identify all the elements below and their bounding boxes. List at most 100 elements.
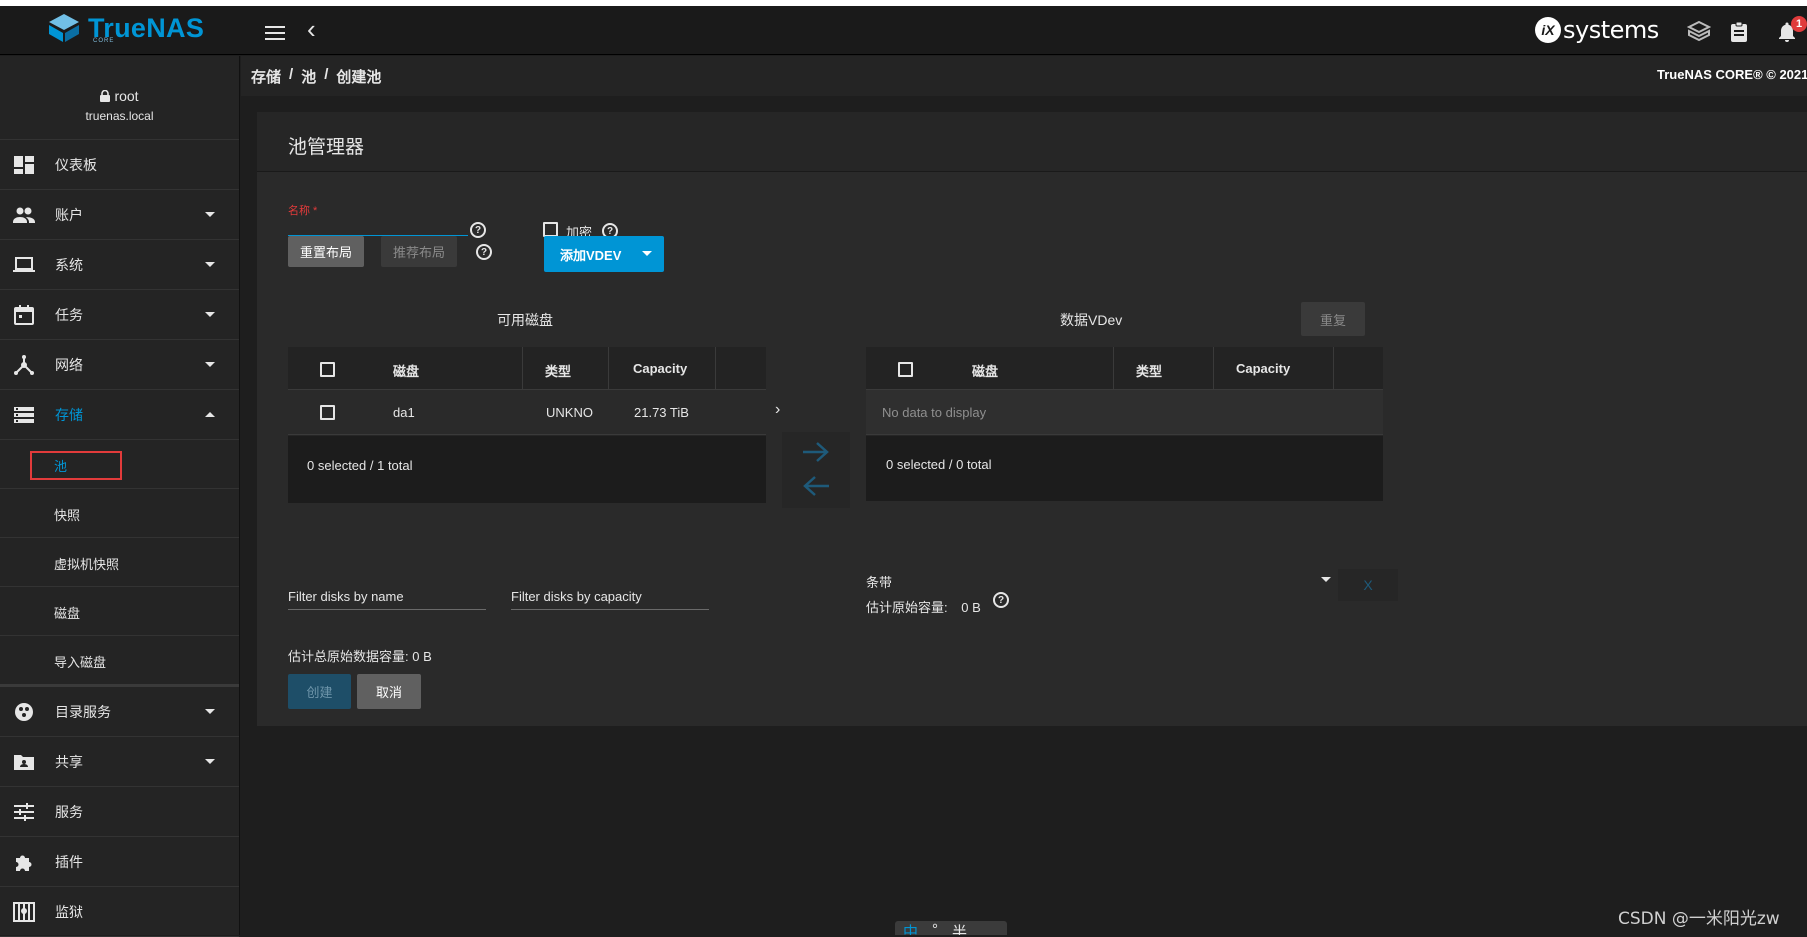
- selection-count: 0 selected / 0 total: [886, 457, 992, 472]
- vdev-type-select[interactable]: 条带: [866, 572, 892, 591]
- data-vdev-title: 数据VDev: [1060, 312, 1123, 328]
- add-vdev-button[interactable]: 添加VDEV: [544, 236, 664, 272]
- sidebar-subitem-vm-snapshots[interactable]: 虚拟机快照: [0, 538, 239, 587]
- filter-by-name-input[interactable]: Filter disks by name: [288, 589, 486, 610]
- sidebar-item-label: 监狱: [55, 903, 83, 920]
- ime-toolbar[interactable]: 中 ° 半: [895, 921, 1007, 935]
- card-header: 池管理器: [257, 112, 1807, 172]
- truenas-logo[interactable]: TrueNAS: [46, 12, 204, 44]
- table-footer: 0 selected / 0 total: [866, 436, 1383, 501]
- filter-by-capacity-input[interactable]: Filter disks by capacity: [511, 589, 709, 610]
- ime-punctuation[interactable]: °: [932, 921, 938, 935]
- sidebar-subitem-pools[interactable]: 池: [0, 440, 239, 489]
- disk-capacity: 21.73 TiB: [634, 405, 689, 420]
- sidebar-item-services[interactable]: 服务: [0, 787, 239, 837]
- menu-toggle-icon[interactable]: [263, 22, 287, 42]
- sidebar-item-label: 服务: [55, 803, 83, 820]
- collapse-chevron-icon[interactable]: ‹: [307, 16, 316, 42]
- sidebar-item-jails[interactable]: 监狱: [0, 887, 239, 937]
- sidebar-item-label: 账户: [55, 206, 83, 223]
- sidebar-item-sharing[interactable]: 共享: [0, 737, 239, 787]
- row-checkbox[interactable]: [320, 405, 335, 420]
- move-left-icon[interactable]: [801, 474, 831, 498]
- sidebar-item-tasks[interactable]: 任务: [0, 290, 239, 340]
- column-header-capacity[interactable]: Capacity: [633, 361, 687, 376]
- puzzle-icon: [16, 855, 32, 871]
- sidebar-subitem-label: 磁盘: [54, 606, 81, 621]
- sidebar-item-system[interactable]: 系统: [0, 240, 239, 290]
- dropdown-caret-icon[interactable]: [642, 251, 652, 256]
- sidebar-item-label: 存储: [55, 406, 83, 423]
- sidebar-item-dashboard[interactable]: 仪表板: [0, 140, 239, 190]
- reset-layout-button[interactable]: 重置布局: [288, 236, 364, 267]
- column-header-disk[interactable]: 磁盘: [393, 361, 419, 380]
- table-header: 磁盘 类型 Capacity: [288, 347, 766, 390]
- estimated-total-capacity: 估计总原始数据容量: 0 B: [288, 649, 432, 664]
- selection-count: 0 selected / 1 total: [307, 458, 413, 473]
- top-bar: TrueNAS CORE ‹ iX systems 1: [0, 6, 1807, 55]
- truecommand-icon[interactable]: [1687, 20, 1711, 44]
- name-help-icon[interactable]: ?: [470, 222, 486, 238]
- task-manager-icon[interactable]: [1727, 20, 1751, 44]
- ime-width[interactable]: 半: [952, 921, 967, 935]
- laptop-icon: [13, 257, 35, 272]
- sidebar-item-network[interactable]: 网络: [0, 340, 239, 390]
- capacity-help-icon[interactable]: ?: [993, 592, 1009, 608]
- copyright-text: TrueNAS CORE® © 2021: [1657, 67, 1807, 82]
- suggest-layout-button[interactable]: 推荐布局: [381, 236, 457, 267]
- sidebar-subitem-label: 快照: [54, 508, 81, 523]
- breadcrumb-storage[interactable]: 存储: [251, 66, 281, 87]
- sidebar-item-label: 插件: [55, 853, 83, 870]
- select-all-checkbox[interactable]: [898, 362, 913, 377]
- sidebar-subitem-disks[interactable]: 磁盘: [0, 587, 239, 636]
- share-folder-icon: [14, 755, 34, 770]
- breadcrumb-create-pool: 创建池: [336, 69, 382, 86]
- breadcrumb-pools[interactable]: 池: [301, 66, 316, 87]
- sidebar-item-accounts[interactable]: 账户: [0, 190, 239, 240]
- column-header-type[interactable]: 类型: [545, 361, 571, 380]
- chevron-down-icon: [205, 262, 215, 267]
- layout-help-icon[interactable]: ?: [476, 244, 492, 260]
- column-header-disk[interactable]: 磁盘: [972, 361, 998, 380]
- sidebar-item-plugins[interactable]: 插件: [0, 837, 239, 887]
- sidebar-item-directory-services[interactable]: 目录服务: [0, 687, 239, 737]
- sidebar-item-label: 系统: [55, 256, 83, 273]
- people-icon: [13, 207, 35, 223]
- table-row[interactable]: da1 UNKNO 21.73 TiB ›: [288, 390, 780, 435]
- column-header-capacity[interactable]: Capacity: [1236, 361, 1290, 376]
- empty-message: No data to display: [882, 405, 987, 420]
- logo-subtitle: CORE: [93, 38, 115, 44]
- highlight-box: [30, 451, 122, 480]
- sidebar-subitem-label: 池: [54, 459, 68, 474]
- select-all-checkbox[interactable]: [320, 362, 335, 377]
- data-vdev-table: 磁盘 类型 Capacity No data to display 0 sele…: [866, 347, 1383, 501]
- chevron-down-icon: [205, 759, 215, 764]
- table-footer: 0 selected / 1 total: [288, 436, 766, 503]
- create-button[interactable]: 创建: [288, 674, 351, 709]
- sidebar-subitem-import-disk[interactable]: 导入磁盘: [0, 636, 239, 687]
- ime-mode[interactable]: 中: [903, 921, 918, 935]
- pool-name-input[interactable]: [288, 214, 468, 236]
- available-disks-title: 可用磁盘: [497, 312, 553, 328]
- expand-row-icon[interactable]: ›: [775, 401, 780, 419]
- ixsystems-logo[interactable]: iX systems: [1535, 16, 1659, 44]
- chevron-down-icon: [205, 709, 215, 714]
- repeat-button[interactable]: 重复: [1301, 302, 1365, 336]
- remove-vdev-button[interactable]: X: [1338, 569, 1398, 601]
- sidebar-subitem-label: 虚拟机快照: [54, 557, 120, 572]
- table-header: 磁盘 类型 Capacity: [866, 347, 1383, 390]
- encryption-checkbox[interactable]: [543, 222, 558, 237]
- breadcrumb-separator: /: [324, 66, 329, 83]
- sidebar-item-storage[interactable]: 存储: [0, 390, 239, 440]
- sidebar-item-label: 仪表板: [55, 156, 97, 173]
- available-disks-table: 磁盘 类型 Capacity da1 UNKNO 21.73 TiB › 0 s…: [288, 347, 780, 503]
- calendar-icon: [14, 305, 34, 325]
- sidebar-subitem-snapshots[interactable]: 快照: [0, 489, 239, 538]
- vdev-type-caret-icon[interactable]: [1321, 577, 1331, 582]
- chevron-down-icon: [205, 312, 215, 317]
- move-right-icon[interactable]: [801, 440, 831, 464]
- tune-icon: [14, 803, 34, 821]
- cancel-button[interactable]: 取消: [357, 674, 421, 709]
- column-header-type[interactable]: 类型: [1136, 361, 1162, 380]
- sidebar-item-label: 共享: [55, 753, 83, 770]
